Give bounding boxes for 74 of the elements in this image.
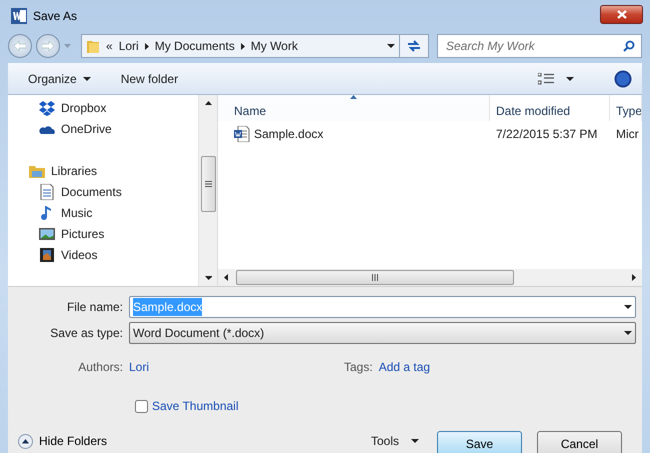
close-icon [616,10,626,19]
caret-icon [566,76,574,81]
nav-item[interactable]: Documents [8,181,198,202]
nav-item[interactable]: Libraries [8,160,198,182]
nav-item[interactable]: OneDrive [8,118,198,140]
breadcrumb[interactable]: Lori [118,37,139,56]
nav-item[interactable]: Dropbox [8,97,198,118]
help-button[interactable] [614,68,632,90]
nav-item[interactable]: Music [8,202,198,224]
scroll-up-icon [204,101,212,106]
horizontal-scrollbar[interactable] [218,269,642,286]
search-icon [623,40,635,52]
field-label: Authors: [77,359,124,376]
checkbox-label[interactable]: Save Thumbnail [152,397,238,415]
dropdown-icon [624,305,632,309]
overflow-chevron[interactable]: « [106,37,113,56]
new-folder-button[interactable]: New folder [120,68,178,90]
column-header[interactable]: Name [218,95,490,122]
refresh-button[interactable] [399,34,429,58]
breadcrumb[interactable]: My Work [250,37,298,56]
hide-folders-button[interactable]: Hide Folders [8,432,108,450]
checkbox[interactable] [135,400,148,412]
caret-icon [411,439,419,443]
right-arrow-icon [42,41,54,52]
window-title: Save As [33,8,78,26]
search-field[interactable]: Search My Work [444,36,623,56]
field-label: File name: [66,299,124,316]
picture-icon [39,226,55,242]
collapse-icon [18,434,33,448]
breadcrumb[interactable]: My Documents [154,37,235,56]
scroll-right-icon [632,274,636,281]
search-box[interactable]: Search My Work [437,34,642,58]
date-modified: 7/22/2015 5:37 PM [495,126,598,144]
chevron-icon [240,42,245,50]
word-document-icon [234,126,250,142]
back-button[interactable] [8,34,32,58]
dropdown-icon [387,44,395,48]
word-icon [11,8,27,24]
save-button[interactable]: Save [437,431,522,453]
author-link[interactable]: Lori [129,358,344,376]
refresh-icon [407,40,421,52]
close-button[interactable] [600,4,643,24]
view-options-button[interactable] [538,70,574,87]
nav-item[interactable]: Videos [8,244,198,266]
grip-icon [204,181,212,188]
cancel-button[interactable]: Cancel [537,431,622,453]
scrollbar-thumb[interactable] [200,156,216,212]
add-tag-link[interactable]: Add a tag [378,358,430,376]
tools-menu-button[interactable]: Tools [370,430,419,452]
film-icon [39,246,55,263]
caret-icon [82,76,91,81]
list-view-icon [538,72,554,85]
document-icon [39,184,55,200]
file-name[interactable]: Sample.docx [254,125,324,144]
folder-icon [86,38,100,54]
scroll-left-icon [224,274,228,281]
chevron-icon [144,42,149,50]
left-arrow-icon [14,41,26,52]
organize-menu-button[interactable]: Organize [28,68,91,90]
field-label: Tags: [344,359,374,376]
vertical-scrollbar[interactable] [198,95,217,286]
forward-button[interactable] [36,34,60,58]
address-bar[interactable]: « Lori My Documents My Work [81,34,400,58]
grip-icon [372,274,378,281]
dropdown-icon [624,331,632,335]
nav-item[interactable]: Pictures [8,223,198,244]
scrollbar-thumb[interactable] [236,270,514,285]
file-type: Micr [615,126,640,144]
file-type-dropdown[interactable]: Word Document (*.docx) [129,322,636,344]
scroll-down-icon [204,276,212,280]
caret-icon [64,44,71,48]
sort-arrow-icon [350,95,356,100]
dropbox-icon [39,100,55,116]
field-label: Save as type: [49,325,124,342]
